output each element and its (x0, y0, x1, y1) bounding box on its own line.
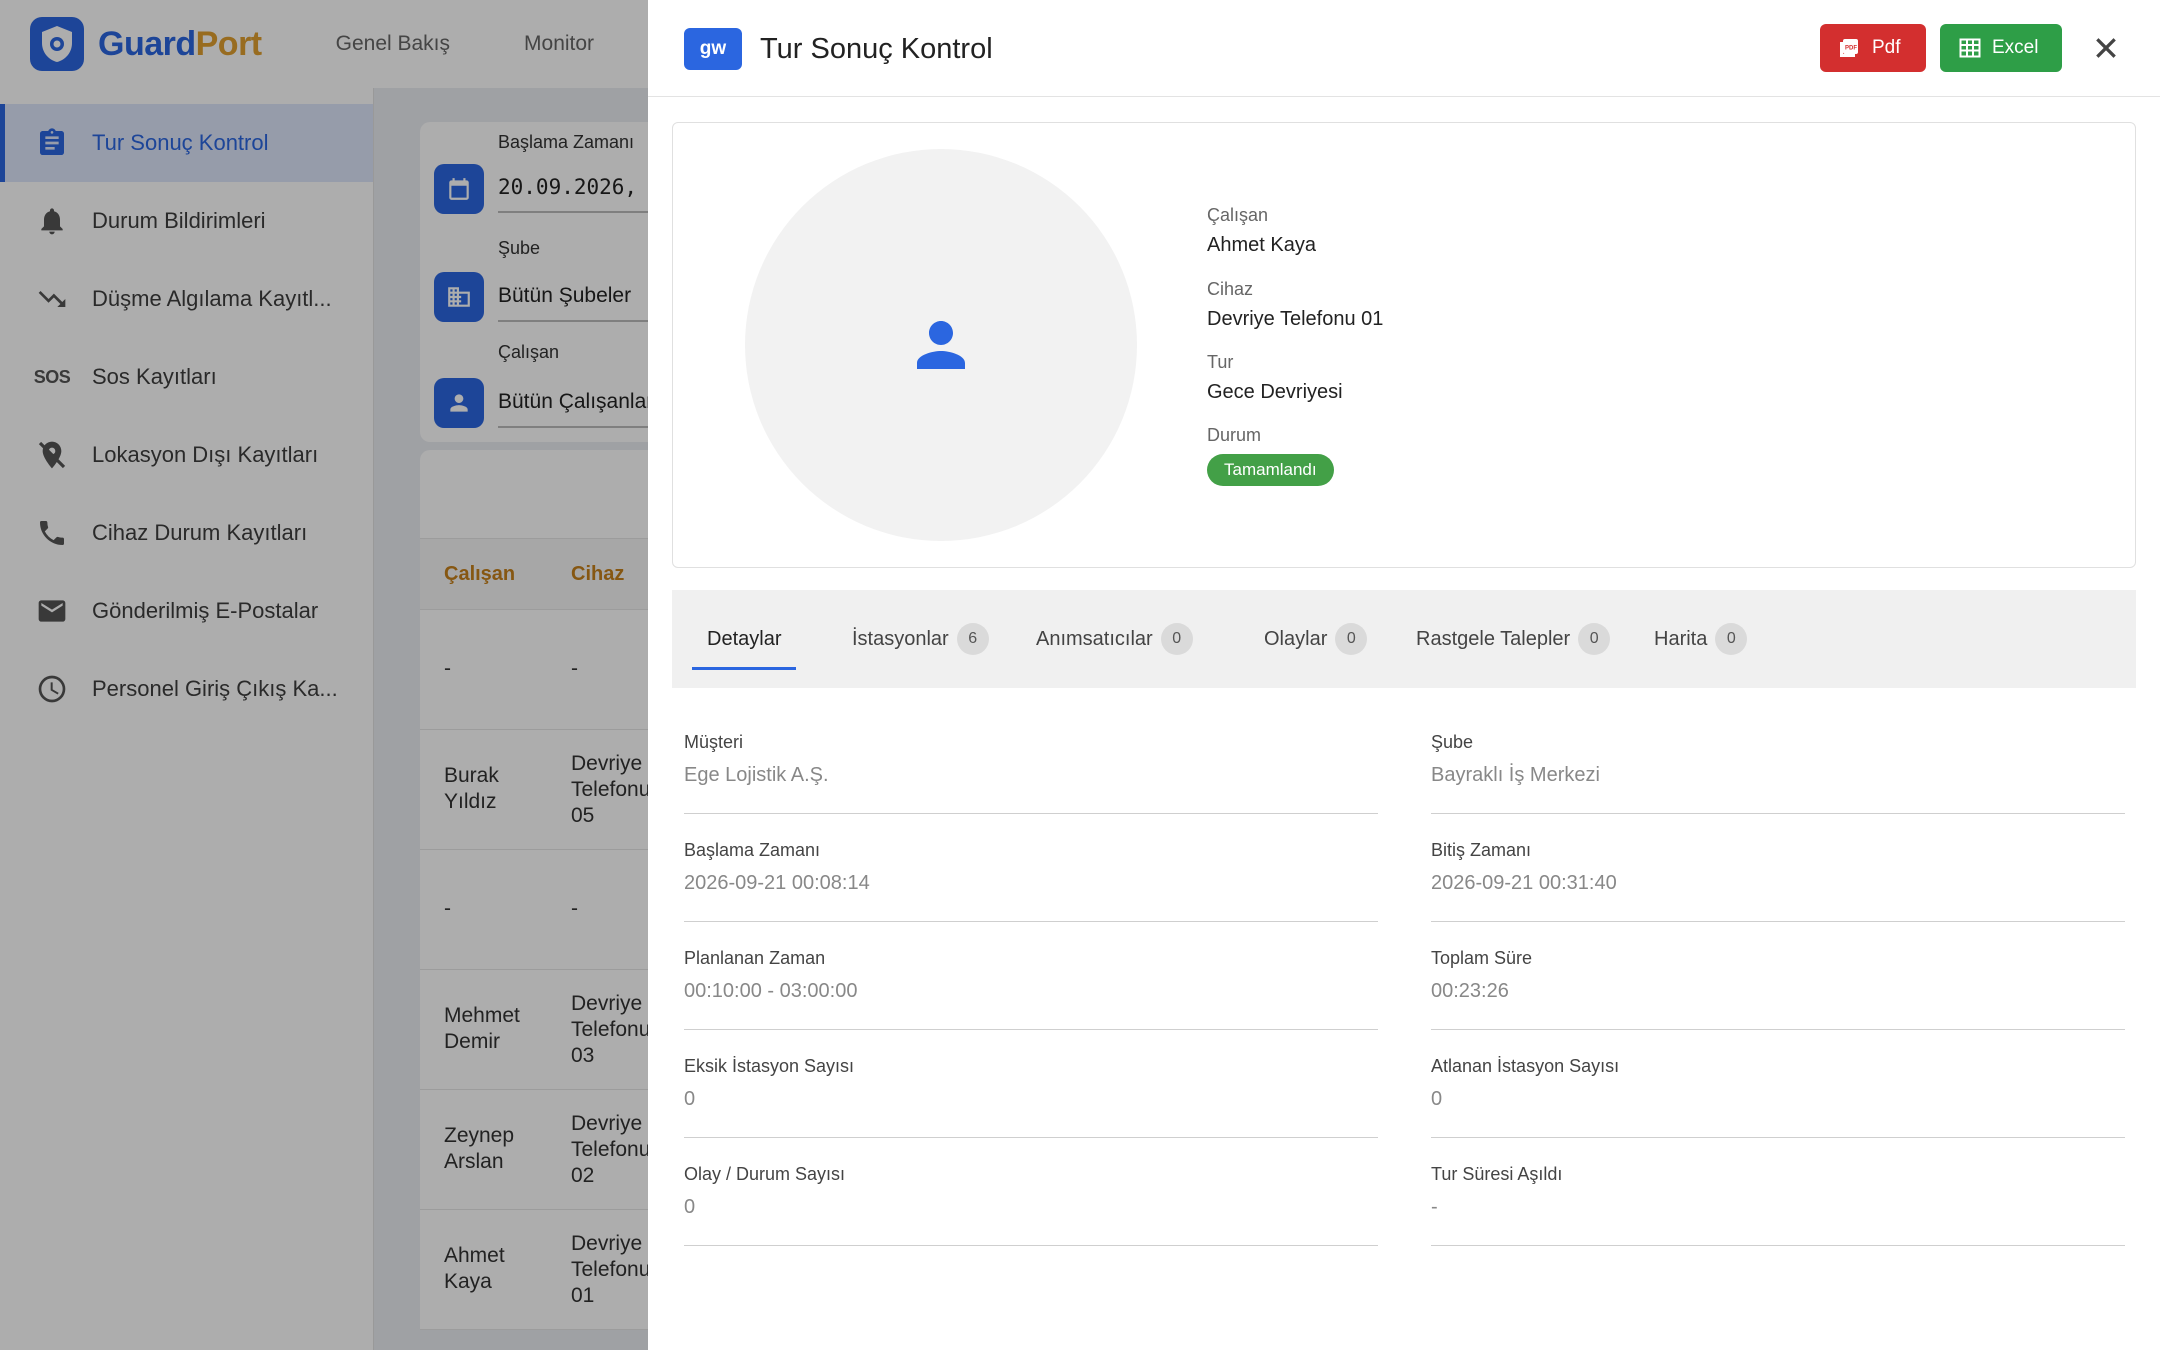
field-value: - (1431, 1196, 1438, 1218)
info-status: Durum Tamamlandı (1207, 425, 1334, 486)
tab-count-badge: 0 (1715, 623, 1748, 655)
excel-button-label: Excel (1992, 37, 2039, 58)
info-tour-label: Tur (1207, 352, 1234, 372)
info-employee-value: Ahmet Kaya (1207, 234, 1316, 256)
info-device: Cihaz Devriye Telefonu 01 (1207, 279, 1383, 331)
field-label: Toplam Süre (1431, 948, 1533, 968)
field-value: 0 (684, 1088, 696, 1110)
field-label: Müşteri (684, 732, 744, 752)
field-tour-exceeded: Tur Süresi Aşıldı - (1431, 1164, 2125, 1246)
info-tour-value: Gece Devriyesi (1207, 381, 1343, 403)
tab-count-badge: 0 (1578, 623, 1611, 655)
info-tour: Tur Gece Devriyesi (1207, 352, 1343, 404)
tab-harita[interactable]: Harita 0 (1654, 590, 1748, 688)
field-value: 0 (684, 1196, 696, 1218)
tab-count-badge: 0 (1335, 623, 1368, 655)
detail-drawer: gw Tur Sonuç Kontrol PDF Pdf Excel Çalış… (648, 0, 2160, 1350)
field-label: Şube (1431, 732, 1474, 752)
avatar (745, 149, 1137, 541)
field-value: Bayraklı İş Merkezi (1431, 764, 1600, 786)
close-button[interactable] (2086, 28, 2126, 68)
field-label: Olay / Durum Sayısı (684, 1164, 846, 1184)
info-employee-label: Çalışan (1207, 205, 1269, 225)
field-value: 2026-09-21 00:08:14 (684, 872, 870, 894)
info-device-value: Devriye Telefonu 01 (1207, 308, 1384, 330)
field-value: Ege Lojistik A.Ş. (684, 764, 829, 786)
field-planned-time: Planlanan Zaman 00:10:00 - 03:00:00 (684, 948, 1378, 1030)
field-label: Eksik İstasyon Sayısı (684, 1056, 855, 1076)
field-label: Bitiş Zamanı (1431, 840, 1532, 860)
info-device-label: Cihaz (1207, 279, 1254, 299)
field-label: Tur Süresi Aşıldı (1431, 1164, 1563, 1184)
gw-badge: gw (684, 28, 742, 70)
svg-text:PDF: PDF (1845, 46, 1857, 52)
excel-button[interactable]: Excel (1940, 24, 2062, 72)
profile-card: Çalışan Ahmet Kaya Cihaz Devriye Telefon… (672, 122, 2136, 568)
drawer-title: Tur Sonuç Kontrol (760, 33, 993, 65)
field-label: Planlanan Zaman (684, 948, 826, 968)
field-label: Başlama Zamanı (684, 840, 821, 860)
field-customer: Müşteri Ege Lojistik A.Ş. (684, 732, 1378, 814)
field-label: Atlanan İstasyon Sayısı (1431, 1056, 1620, 1076)
status-badge: Tamamlandı (1207, 454, 1334, 486)
field-value: 2026-09-21 00:31:40 (1431, 872, 1617, 894)
pdf-button-label: Pdf (1872, 37, 1901, 58)
field-value: 00:23:26 (1431, 980, 1509, 1002)
tab-count-badge: 0 (1160, 623, 1193, 655)
drawer-header: gw Tur Sonuç Kontrol PDF Pdf Excel (648, 0, 2160, 97)
field-missing-stations: Eksik İstasyon Sayısı 0 (684, 1056, 1378, 1138)
field-total-duration: Toplam Süre 00:23:26 (1431, 948, 2125, 1030)
tab-label: Rastgele Talepler (1416, 627, 1571, 650)
field-event-count: Olay / Durum Sayısı 0 (684, 1164, 1378, 1246)
info-employee: Çalışan Ahmet Kaya (1207, 205, 1316, 257)
tab-label: İstasyonlar (852, 627, 949, 650)
field-skipped-stations: Atlanan İstasyon Sayısı 0 (1431, 1056, 2125, 1138)
pdf-button[interactable]: PDF Pdf (1820, 24, 1926, 72)
tab-rastgele-talepler[interactable]: Rastgele Talepler 0 (1416, 590, 1611, 688)
tab-olaylar[interactable]: Olaylar 0 (1264, 590, 1368, 688)
field-value: 0 (1431, 1088, 1443, 1110)
tab-label: Anımsatıcılar (1036, 627, 1153, 650)
tab-label: Detaylar (707, 627, 782, 650)
table-grid-icon (1959, 38, 1981, 58)
tab-detaylar[interactable]: Detaylar (692, 590, 797, 688)
field-end-time: Bitiş Zamanı 2026-09-21 00:31:40 (1431, 840, 2125, 922)
tab-label: Olaylar (1264, 627, 1328, 650)
tab-istasyonlar[interactable]: İstasyonlar 6 (852, 590, 989, 688)
field-value: 00:10:00 - 03:00:00 (684, 980, 858, 1002)
person-icon (917, 321, 965, 369)
tab-count-badge: 6 (956, 623, 989, 655)
tab-label: Harita (1654, 627, 1708, 650)
tab-animsaticilar[interactable]: Anımsatıcılar 0 (1036, 590, 1193, 688)
field-branch: Şube Bayraklı İş Merkezi (1431, 732, 2125, 814)
pdf-icon: PDF (1840, 39, 1858, 57)
close-icon (2096, 38, 2116, 58)
field-start-time: Başlama Zamanı 2026-09-21 00:08:14 (684, 840, 1378, 922)
info-status-label: Durum (1207, 425, 1262, 445)
tab-bar: Detaylar İstasyonlar 6 Anımsatıcılar 0 O… (672, 590, 2136, 688)
